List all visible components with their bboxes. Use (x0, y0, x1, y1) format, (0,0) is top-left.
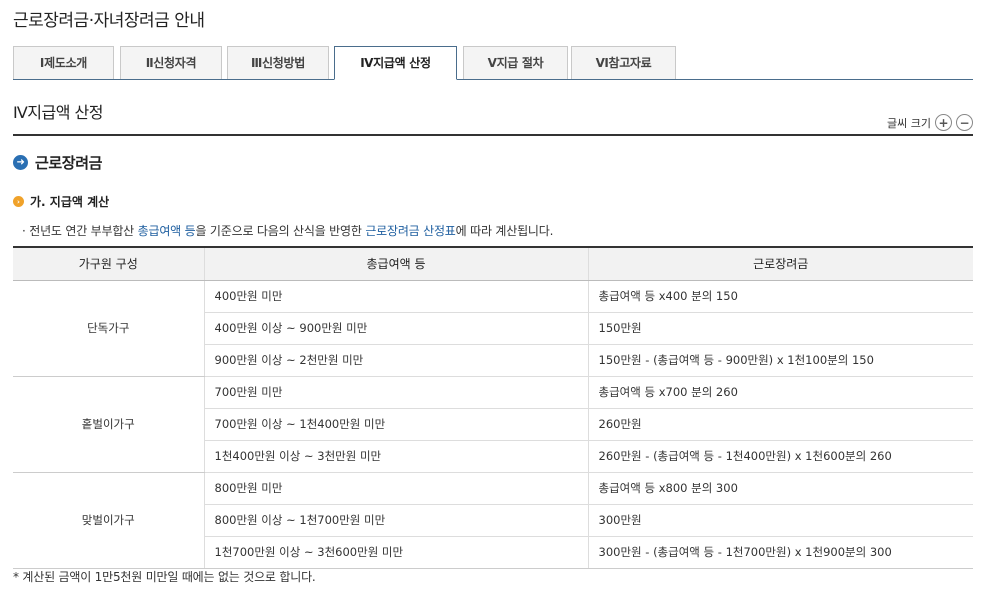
amount-cell: 260만원 (587, 408, 973, 441)
table-header-row: 가구원 구성 총급여액 등 근로장려금 (13, 246, 973, 281)
income-cell: 900만원 이상 ~ 2천만원 미만 (203, 344, 588, 377)
header-income: 총급여액 등 (203, 246, 588, 281)
amount-cell: 150만원 - (총급여액 등 - 900만원) x 1천100분의 150 (587, 344, 973, 377)
tab-payment-procedure[interactable]: Ⅴ지급 절차 (463, 46, 568, 79)
table-row: 단독가구 400만원 미만 총급여액 등 x400 분의 150 (13, 280, 973, 377)
header-household: 가구원 구성 (13, 246, 204, 281)
calculation-table: 가구원 구성 총급여액 등 근로장려금 단독가구 400만원 미만 총급여액 등… (13, 246, 973, 569)
group-name: 맞벌이가구 (13, 472, 204, 569)
income-cell: 700만원 미만 (203, 376, 588, 409)
calculation-table-link[interactable]: 근로장려금 산정표 (365, 224, 456, 238)
amount-cell: 300만원 - (총급여액 등 - 1천700만원) x 1천900분의 300 (587, 536, 973, 569)
description-prefix: · 전년도 연간 부부합산 (22, 224, 138, 238)
orange-bullet-icon: › (13, 196, 24, 207)
footnote: * 계산된 금액이 1만5천원 미만일 때에는 없는 것으로 합니다. (13, 570, 316, 584)
subheading: › 가. 지급액 계산 (13, 193, 109, 210)
font-decrease-button[interactable]: − (956, 114, 973, 131)
group-name: 홑벌이가구 (13, 376, 204, 473)
income-cell: 400만원 이상 ~ 900만원 미만 (203, 312, 588, 345)
subsection-heading: ➜ 근로장려금 (13, 152, 102, 173)
amount-cell: 260만원 - (총급여액 등 - 1천400만원) x 1천600분의 260 (587, 440, 973, 473)
total-income-link[interactable]: 총급여액 등 (138, 224, 196, 238)
amount-cell: 300만원 (587, 504, 973, 537)
subheading-title: 가. 지급액 계산 (30, 195, 110, 209)
table-row: 맞벌이가구 800만원 미만 총급여액 등 x800 분의 300 (13, 472, 973, 569)
income-cell: 1천700만원 이상 ~ 3천600만원 미만 (203, 536, 588, 569)
income-cell: 800만원 미만 (203, 472, 588, 505)
tab-amount-calculation[interactable]: Ⅳ지급액 산정 (334, 46, 457, 80)
income-cell: 1천400만원 이상 ~ 3천만원 미만 (203, 440, 588, 473)
income-cell: 400만원 미만 (203, 280, 588, 313)
tab-eligibility[interactable]: Ⅱ신청자격 (120, 46, 222, 79)
income-cell: 700만원 이상 ~ 1천400만원 미만 (203, 408, 588, 441)
group-name: 단독가구 (13, 280, 204, 377)
amount-cell: 총급여액 등 x400 분의 150 (587, 280, 973, 313)
section-title: Ⅳ지급액 산정 (13, 103, 103, 122)
table-row: 홑벌이가구 700만원 미만 총급여액 등 x700 분의 260 (13, 376, 973, 473)
arrow-right-circle-icon: ➜ (13, 155, 28, 170)
tab-references[interactable]: Ⅵ참고자료 (571, 46, 676, 79)
tab-system-intro[interactable]: Ⅰ제도소개 (13, 46, 114, 79)
description-suffix: 에 따라 계산됩니다. (455, 224, 554, 238)
tab-bar: Ⅰ제도소개 Ⅱ신청자격 Ⅲ신청방법 Ⅳ지급액 산정 Ⅴ지급 절차 Ⅵ참고자료 (13, 46, 973, 80)
font-size-label: 글씨 크기 (887, 116, 931, 130)
section-divider (13, 134, 973, 136)
amount-cell: 150만원 (587, 312, 973, 345)
font-increase-button[interactable]: + (935, 114, 952, 131)
header-incentive: 근로장려금 (587, 246, 973, 281)
income-cell: 800만원 이상 ~ 1천700만원 미만 (203, 504, 588, 537)
amount-cell: 총급여액 등 x800 분의 300 (587, 472, 973, 505)
page-title: 근로장려금·자녀장려금 안내 (13, 11, 205, 31)
description: · 전년도 연간 부부합산 총급여액 등을 기준으로 다음의 산식을 반영한 근… (22, 222, 553, 239)
amount-cell: 총급여액 등 x700 분의 260 (587, 376, 973, 409)
description-middle: 을 기준으로 다음의 산식을 반영한 (195, 224, 366, 238)
subsection-title: 근로장려금 (35, 154, 103, 172)
font-size-control: 글씨 크기 + − (887, 114, 973, 131)
tab-application-method[interactable]: Ⅲ신청방법 (227, 46, 329, 79)
